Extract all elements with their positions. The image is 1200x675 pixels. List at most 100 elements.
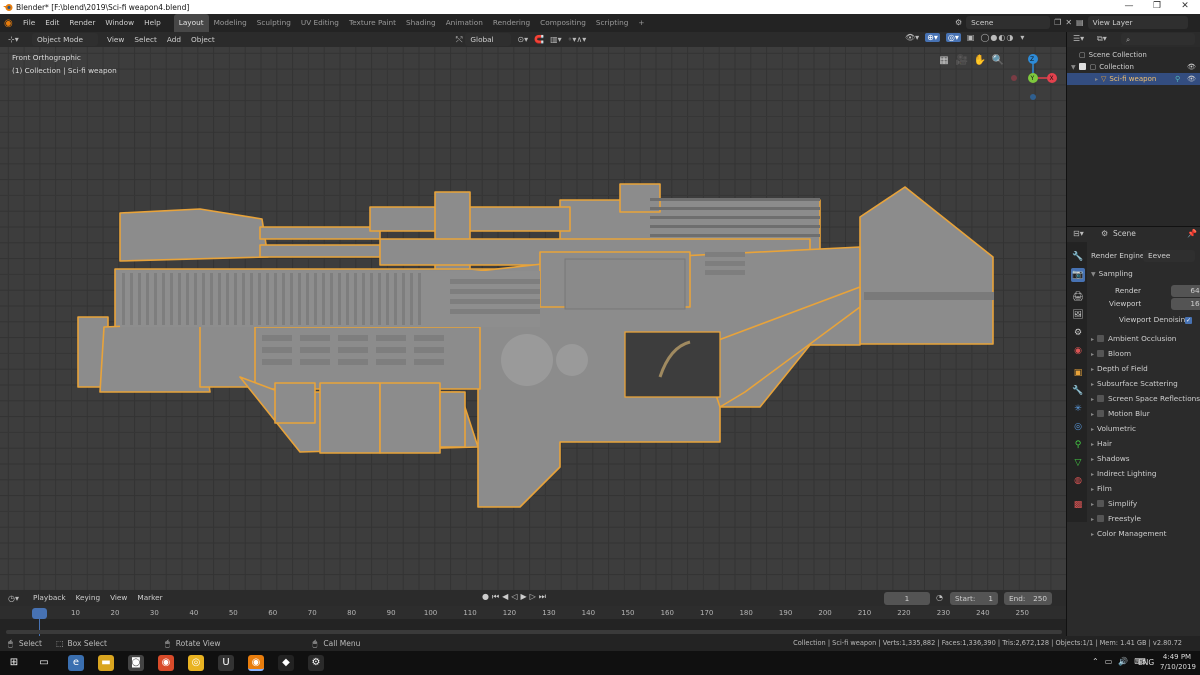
- render-panel-film[interactable]: ▸ Film: [1091, 482, 1200, 496]
- pin-icon[interactable]: 📌: [1187, 229, 1197, 238]
- physics-tab-icon[interactable]: ◎: [1071, 420, 1085, 434]
- render-panel-freestyle[interactable]: ▸ Freestyle: [1091, 512, 1200, 526]
- expand-icon[interactable]: ▸: [1091, 351, 1094, 358]
- particles-tab-icon[interactable]: ✳: [1071, 402, 1085, 416]
- edge-icon[interactable]: e: [68, 655, 84, 671]
- object-mode-dropdown[interactable]: Object Mode: [32, 33, 98, 46]
- clock-time[interactable]: 4:49 PM: [1160, 653, 1194, 661]
- outliner-row-collection[interactable]: ▼ ▢ Collection 👁: [1067, 61, 1200, 73]
- delete-scene-icon[interactable]: ✕: [1065, 18, 1072, 27]
- scene-icon[interactable]: ⚙: [955, 18, 962, 27]
- render-panel-bloom[interactable]: ▸ Bloom: [1091, 347, 1200, 361]
- playback-controls[interactable]: ●⏮◀◁▶▷⏭: [482, 592, 549, 602]
- expand-icon[interactable]: ▸: [1091, 336, 1094, 343]
- tab-rendering[interactable]: Rendering: [488, 14, 535, 32]
- timeline-menu-keying[interactable]: Keying: [71, 589, 106, 607]
- timeline-scrollbar[interactable]: [6, 630, 1062, 634]
- tab-compositing[interactable]: Compositing: [535, 14, 591, 32]
- collapse-icon[interactable]: ▼: [1071, 64, 1076, 71]
- minimize-button[interactable]: —: [1115, 0, 1143, 14]
- timeline-menu-playback[interactable]: Playback: [28, 589, 71, 607]
- constraints-tab-icon[interactable]: ⚲: [1071, 438, 1085, 452]
- viewport-denoising-checkbox[interactable]: ✓: [1185, 317, 1192, 324]
- view-layer-selector[interactable]: View Layer: [1087, 16, 1188, 29]
- menu-window[interactable]: Window: [100, 14, 139, 32]
- render-panel-color-management[interactable]: ▸ Color Management: [1091, 527, 1200, 541]
- render-panel-indirect-lighting[interactable]: ▸ Indirect Lighting: [1091, 467, 1200, 481]
- snap-icon[interactable]: 🧲: [534, 35, 544, 44]
- outliner-editor-type-icon[interactable]: ☰▾: [1073, 34, 1084, 43]
- render-panel-volumetric[interactable]: ▸ Volumetric: [1091, 422, 1200, 436]
- render-samples-field[interactable]: 64: [1171, 285, 1200, 297]
- tab-texture-paint[interactable]: Texture Paint: [344, 14, 401, 32]
- tab-uv-editing[interactable]: UV Editing: [296, 14, 344, 32]
- view-layer-tab-icon[interactable]: 🖼: [1071, 308, 1085, 322]
- render-panel-subsurface-scattering[interactable]: ▸ Subsurface Scattering: [1091, 377, 1200, 391]
- menu-render[interactable]: Render: [64, 14, 100, 32]
- object-data-tab-icon[interactable]: ▽: [1071, 456, 1085, 470]
- output-tab-icon[interactable]: 🖨: [1071, 290, 1085, 304]
- expand-icon[interactable]: ▸: [1091, 366, 1094, 373]
- collection-checkbox[interactable]: [1078, 63, 1086, 70]
- render-panel-simplify[interactable]: ▸ Simplify: [1091, 497, 1200, 511]
- tab-scripting[interactable]: Scripting: [591, 14, 633, 32]
- tab-layout[interactable]: Layout: [173, 14, 209, 32]
- expand-icon[interactable]: ▸: [1091, 531, 1094, 538]
- scene-tab-icon[interactable]: ⚙: [1071, 326, 1085, 340]
- tab-modeling[interactable]: Modeling: [209, 14, 252, 32]
- modifier-tab-icon[interactable]: 🔧: [1071, 384, 1085, 398]
- panel-checkbox[interactable]: [1097, 350, 1105, 357]
- sampling-panel-header[interactable]: ▼ Sampling: [1091, 267, 1200, 281]
- panel-checkbox[interactable]: [1097, 515, 1105, 522]
- tool-tab-icon[interactable]: 🔧: [1071, 250, 1085, 264]
- maximize-button[interactable]: ❐: [1143, 0, 1171, 14]
- panel-checkbox[interactable]: [1097, 395, 1105, 402]
- outliner-search-input[interactable]: ⌕: [1121, 33, 1195, 45]
- use-preview-range-icon[interactable]: ◔: [936, 593, 943, 602]
- clock-date[interactable]: 7/10/2019: [1160, 663, 1196, 671]
- outliner-row-sci-fi-weapon[interactable]: ▸ ▽ Sci-fi weapon ⚲ 👁: [1067, 73, 1200, 85]
- start-frame-field[interactable]: Start: 1: [950, 592, 998, 605]
- tab-animation[interactable]: Animation: [441, 14, 488, 32]
- visibility-icon[interactable]: 👁▾: [905, 33, 919, 42]
- render-panel-depth-of-field[interactable]: ▸ Depth of Field: [1091, 362, 1200, 376]
- object-visibility-icon[interactable]: 👁: [1187, 73, 1196, 85]
- sci-fi-weapon-model[interactable]: [0, 47, 1066, 590]
- unity-icon[interactable]: ◆: [278, 655, 294, 671]
- expand-icon[interactable]: ▸: [1091, 471, 1094, 478]
- render-panel-motion-blur[interactable]: ▸ Motion Blur: [1091, 407, 1200, 421]
- proportional-edit-icon[interactable]: ◦▾∧▾: [568, 35, 587, 44]
- language-indicator[interactable]: ENG: [1138, 658, 1154, 667]
- render-panel-shadows[interactable]: ▸ Shadows: [1091, 452, 1200, 466]
- viewport-menu-select[interactable]: Select: [129, 31, 162, 49]
- add-workspace-button[interactable]: +: [633, 14, 649, 32]
- snap-target-icon[interactable]: ▥▾: [550, 35, 562, 44]
- expand-icon[interactable]: ▸: [1091, 396, 1094, 403]
- menu-help[interactable]: Help: [139, 14, 166, 32]
- viewport-menu-view[interactable]: View: [102, 31, 129, 49]
- expand-icon[interactable]: ▸: [1091, 441, 1094, 448]
- editor-type-icon[interactable]: ⊹▾: [8, 35, 26, 44]
- shading-modes-icon[interactable]: ◯●◐◑: [980, 33, 1014, 42]
- render-engine-dropdown[interactable]: Eevee: [1143, 250, 1195, 262]
- windows-start-icon[interactable]: ⊞: [6, 655, 22, 671]
- store-icon[interactable]: ◙: [128, 655, 144, 671]
- file-explorer-icon[interactable]: ▬: [98, 655, 114, 671]
- current-frame-field[interactable]: 1: [884, 592, 930, 605]
- shading-options-icon[interactable]: ▾: [1020, 33, 1024, 42]
- new-scene-icon[interactable]: ❐: [1054, 18, 1061, 27]
- playhead[interactable]: [32, 608, 47, 619]
- viewport-denoising-row[interactable]: Viewport Denoising ✓: [1091, 313, 1200, 327]
- end-frame-field[interactable]: End: 250: [1004, 592, 1052, 605]
- timeline-menu-view[interactable]: View: [105, 589, 132, 607]
- render-panel-ambient-occlusion[interactable]: ▸ Ambient Occlusion: [1091, 332, 1200, 346]
- blender-taskbar-icon[interactable]: ◉: [248, 655, 264, 671]
- expand-icon[interactable]: ▸: [1091, 381, 1094, 388]
- world-tab-icon[interactable]: ◉: [1071, 344, 1085, 358]
- timeline-menu-marker[interactable]: Marker: [132, 589, 167, 607]
- close-button[interactable]: ✕: [1171, 0, 1199, 14]
- transform-orientation-dropdown[interactable]: Global: [465, 33, 512, 46]
- render-tab-icon[interactable]: 📷: [1071, 268, 1085, 282]
- 3d-viewport[interactable]: Front Orthographic (1) Collection | Sci-…: [0, 47, 1066, 590]
- chrome-icon[interactable]: ◎: [188, 655, 204, 671]
